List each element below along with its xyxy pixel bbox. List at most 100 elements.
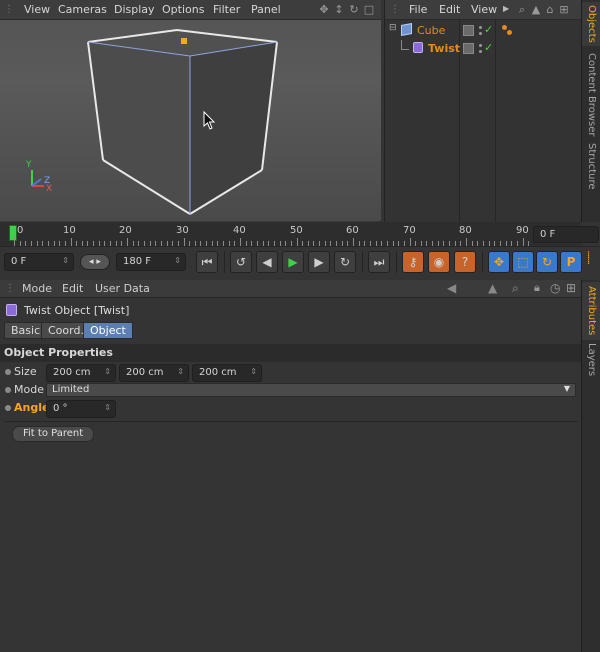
object-name-twist[interactable]: Twist <box>428 42 460 55</box>
go-to-end-button[interactable]: ⏭ <box>368 251 390 273</box>
layer-tag-icon[interactable] <box>463 25 474 36</box>
tab-content-browser[interactable]: Content Browser <box>582 50 600 140</box>
autokey-icon: ◉ <box>433 255 445 269</box>
end-frame-value: 180 F <box>123 256 152 267</box>
search-icon[interactable]: ⌕ <box>516 4 528 16</box>
up-arrow-icon[interactable]: ▲ <box>530 4 542 16</box>
search-icon[interactable]: ⌕ <box>512 281 519 296</box>
grid-menu-icon[interactable]: ⁞ ⁞ <box>587 251 590 267</box>
object-name-cube[interactable]: Cube <box>417 24 445 37</box>
layer-tag-icon[interactable] <box>463 43 474 54</box>
tab-object[interactable]: Object <box>83 322 133 339</box>
go-to-start-icon: ⏮ <box>201 254 213 269</box>
next-frame-button[interactable]: ▶ <box>308 251 330 273</box>
stepper-icon[interactable]: ⇕ <box>174 256 181 265</box>
phong-tag-icon[interactable] <box>507 30 512 35</box>
angle-field[interactable]: 0 ° ⇕ <box>46 400 116 418</box>
separator <box>224 251 225 273</box>
collapse-icon[interactable]: ⊟ <box>389 23 397 33</box>
menu-view[interactable]: View <box>24 3 50 16</box>
stepper-icon[interactable]: ⇕ <box>62 256 69 265</box>
tick-label: 40 <box>233 225 246 236</box>
up-arrow-icon[interactable]: ▲ <box>488 281 497 295</box>
cube-icon <box>401 23 412 36</box>
new-panel-icon[interactable]: ⊞ <box>566 281 576 295</box>
mode-dropdown[interactable]: Limited ▼ <box>46 383 576 397</box>
stepper-icon[interactable]: ⇕ <box>104 403 111 412</box>
menu-filter[interactable]: Filter <box>213 3 240 16</box>
menu-edit[interactable]: Edit <box>439 3 460 16</box>
move-view-icon[interactable]: ✥ <box>318 4 330 16</box>
menu-view[interactable]: View <box>471 3 497 16</box>
next-key-button[interactable]: ↻ <box>334 251 356 273</box>
keyframe-selection-button[interactable]: ? <box>454 251 476 273</box>
parameter-icon: P <box>566 255 576 269</box>
record-parameter-button[interactable]: P <box>560 251 582 273</box>
section-header: Object Properties <box>0 344 581 362</box>
attribute-tabs: Basic Coord. Object <box>0 322 581 342</box>
chevron-down-icon: ▼ <box>563 384 570 393</box>
menu-mode[interactable]: Mode <box>22 282 52 295</box>
previous-key-button[interactable]: ↺ <box>230 251 252 273</box>
enabled-check-icon[interactable]: ✓ <box>484 23 493 36</box>
previous-frame-button[interactable]: ◀ <box>256 251 278 273</box>
object-row-twist[interactable]: Twist ✓ <box>385 40 581 58</box>
stepper-icon[interactable]: ⇕ <box>177 367 184 376</box>
enabled-check-icon[interactable]: ✓ <box>484 41 493 54</box>
record-active-objects-button[interactable]: ⚷ <box>402 251 424 273</box>
render-visibility-icon[interactable] <box>479 32 482 35</box>
stepper-icon[interactable]: ⇕ <box>104 367 111 376</box>
rotate-view-icon[interactable]: ↻ <box>348 4 360 16</box>
end-frame-field[interactable]: 180 F ⇕ <box>116 253 186 271</box>
menu-cameras[interactable]: Cameras <box>58 3 107 16</box>
go-to-start-button[interactable]: ⏮ <box>196 251 218 273</box>
render-visibility-icon[interactable] <box>479 50 482 53</box>
record-position-button[interactable]: ✥ <box>488 251 510 273</box>
menu-user-data[interactable]: User Data <box>95 282 150 295</box>
tab-structure[interactable]: Structure <box>582 142 600 190</box>
angle-value: 0 ° <box>53 403 68 414</box>
animate-dot-icon[interactable] <box>5 369 11 375</box>
menu-options[interactable]: Options <box>162 3 204 16</box>
size-y-field[interactable]: 200 cm ⇕ <box>119 364 189 382</box>
back-arrow-icon[interactable]: ◀ <box>447 281 456 295</box>
autokeying-button[interactable]: ◉ <box>428 251 450 273</box>
size-z-value: 200 cm <box>199 367 237 378</box>
editor-visibility-icon[interactable] <box>479 44 482 47</box>
tab-attributes[interactable]: Attributes <box>582 282 600 340</box>
menu-display[interactable]: Display <box>114 3 155 16</box>
new-panel-icon[interactable]: ⊞ <box>558 4 570 16</box>
side-tab-strip-bottom: Attributes Layers <box>581 280 600 652</box>
record-rotation-button[interactable]: ↻ <box>536 251 558 273</box>
size-z-field[interactable]: 200 cm ⇕ <box>192 364 262 382</box>
size-x-field[interactable]: 200 cm ⇕ <box>46 364 116 382</box>
start-frame-field[interactable]: 0 F ⇕ <box>4 253 74 271</box>
editor-visibility-icon[interactable] <box>479 26 482 29</box>
animate-dot-icon[interactable] <box>5 405 11 411</box>
object-row-cube[interactable]: ⊟ Cube ✓ <box>385 22 581 40</box>
more-arrow-icon[interactable]: ▶ <box>503 4 509 13</box>
play-button[interactable]: ▶ <box>282 251 304 273</box>
record-scale-button[interactable]: ⬚ <box>512 251 534 273</box>
fit-to-parent-button[interactable]: Fit to Parent <box>12 426 95 442</box>
maximize-view-icon[interactable]: □ <box>363 4 375 16</box>
timeline-ruler[interactable]: 0 10 20 30 40 50 60 70 80 90 <box>0 222 581 246</box>
animate-dot-icon[interactable] <box>5 387 11 393</box>
phong-tag-icon[interactable] <box>502 25 507 30</box>
menu-panel[interactable]: Panel <box>251 3 281 16</box>
current-frame-field[interactable]: 0 F <box>533 226 599 243</box>
dolly-view-icon[interactable]: ↕ <box>333 4 345 16</box>
range-slider[interactable]: ◂ ▸ <box>80 254 110 270</box>
menu-grip-icon: ⋮ <box>5 283 15 294</box>
menu-file[interactable]: File <box>409 3 427 16</box>
stepper-icon[interactable]: ⇕ <box>250 367 257 376</box>
tab-layers[interactable]: Layers <box>582 342 600 378</box>
tab-objects[interactable]: Objects <box>582 2 600 46</box>
mode-parameter-row: Mode Limited ▼ <box>0 382 581 400</box>
viewport-canvas[interactable]: Y Z X <box>0 20 381 221</box>
axis-x-label: X <box>46 184 53 194</box>
menu-edit[interactable]: Edit <box>62 282 83 295</box>
history-icon[interactable]: ◷ <box>550 281 560 295</box>
home-icon[interactable]: ⌂ <box>544 4 556 16</box>
lock-icon[interactable]: 🔒︎ <box>534 281 540 295</box>
